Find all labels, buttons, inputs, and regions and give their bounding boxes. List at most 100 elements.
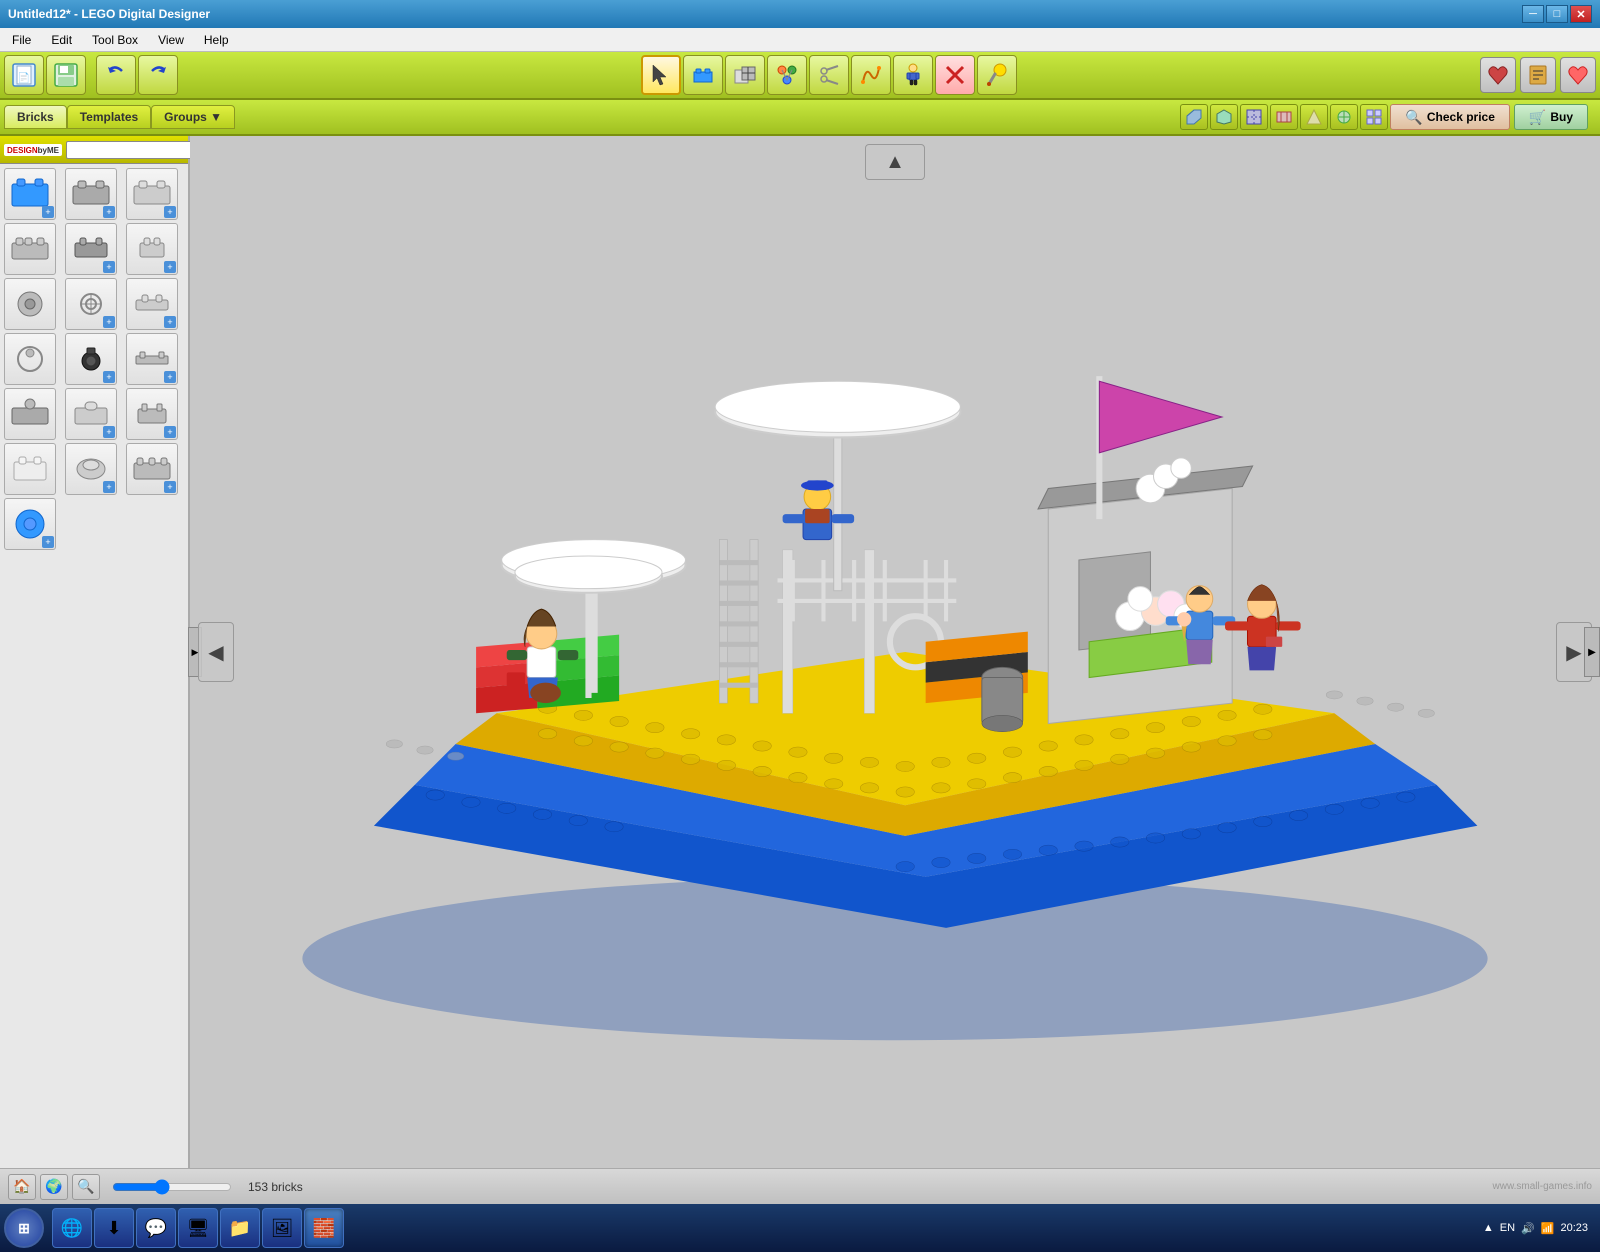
select-tool-button[interactable] (641, 55, 681, 95)
new-button[interactable]: 📄 (4, 55, 44, 95)
paint-button[interactable] (977, 55, 1017, 95)
menu-toolbox[interactable]: Tool Box (84, 31, 146, 49)
system-tray: ▲ EN 🔊 📶 20:23 (1475, 1222, 1596, 1235)
menu-file[interactable]: File (4, 31, 39, 49)
tab-groups[interactable]: Groups ▼ (151, 105, 235, 129)
brick-item[interactable]: + (4, 168, 56, 220)
plus-badge: + (103, 481, 115, 493)
tab-bricks[interactable]: Bricks (4, 105, 67, 129)
brick-item[interactable]: + (65, 278, 117, 330)
status-icons: 🏠 🌍 🔍 (8, 1174, 100, 1200)
taskbar-folder[interactable]: 📁 (220, 1208, 260, 1248)
scissors-button[interactable] (809, 55, 849, 95)
brick-item[interactable]: + (65, 168, 117, 220)
status-search-icon[interactable]: 🔍 (72, 1174, 100, 1200)
minimize-button[interactable]: ─ (1522, 5, 1544, 23)
close-button[interactable]: ✕ (1570, 5, 1592, 23)
status-web-icon[interactable]: 🌍 (40, 1174, 68, 1200)
sys-tray-volume[interactable]: 🔊 (1521, 1222, 1535, 1235)
taskbar-images[interactable]: 🖼 (262, 1208, 302, 1248)
check-price-button[interactable]: 🔍 Check price (1390, 104, 1509, 130)
right-collapse-handle[interactable]: ▶ (1584, 627, 1600, 677)
sys-tray-network[interactable]: 📶 (1541, 1222, 1555, 1235)
taskbar-lego[interactable]: 🧱 (304, 1208, 344, 1248)
status-home-icon[interactable]: 🏠 (8, 1174, 36, 1200)
action-buttons: 🔍 Check price 🛒 Buy (1390, 104, 1588, 130)
brick-item[interactable]: + (126, 168, 178, 220)
taskbar: ⊞ 🌐 ⬇ 💬 🖥 📁 🖼 🧱 ▲ EN 🔊 📶 20:23 (0, 1204, 1600, 1252)
view-btn-1[interactable] (1180, 104, 1208, 130)
check-price-icon: 🔍 (1405, 109, 1422, 126)
sys-tray-arrow[interactable]: ▲ (1483, 1222, 1494, 1234)
brick-item[interactable]: + (65, 223, 117, 275)
menu-help[interactable]: Help (196, 31, 237, 49)
menu-edit[interactable]: Edit (43, 31, 80, 49)
group-button[interactable] (767, 55, 807, 95)
buy-button[interactable]: 🛒 Buy (1514, 104, 1588, 130)
check-price-label: Check price (1427, 110, 1495, 124)
taskbar-time: 20:23 (1560, 1222, 1588, 1234)
redo-button[interactable] (138, 55, 178, 95)
groups-tab-label: Groups ▼ (164, 110, 222, 124)
brick-item[interactable]: + (65, 388, 117, 440)
view-btn-3[interactable] (1240, 104, 1268, 130)
brick-item[interactable]: + (4, 498, 56, 550)
brick-item[interactable]: + (126, 388, 178, 440)
window-title: Untitled12* - LEGO Digital Designer (8, 7, 210, 21)
taskbar-torrent[interactable]: ⬇ (94, 1208, 134, 1248)
maximize-button[interactable]: □ (1546, 5, 1568, 23)
taskbar-chrome[interactable]: 🌐 (52, 1208, 92, 1248)
brick-item[interactable]: + (65, 333, 117, 385)
bricks-grid: + + + (0, 164, 188, 1168)
minifig-button[interactable] (893, 55, 933, 95)
viewport-up-arrow[interactable]: ▲ (865, 144, 925, 180)
view-buttons (1180, 104, 1388, 130)
view-btn-6[interactable] (1330, 104, 1358, 130)
clone-button[interactable] (725, 55, 765, 95)
brick-item[interactable]: + (126, 443, 178, 495)
zoom-slider[interactable] (112, 1179, 232, 1195)
plus-badge: + (103, 371, 115, 383)
viewport[interactable]: ▲ ◀ ▶ ▶ (190, 136, 1600, 1168)
brick-item[interactable] (4, 388, 56, 440)
tab-templates[interactable]: Templates (67, 105, 151, 129)
view-btn-7[interactable] (1360, 104, 1388, 130)
status-bar: 🏠 🌍 🔍 153 bricks www.small-games.info (0, 1168, 1600, 1204)
buy-icon: 🛒 (1529, 109, 1546, 126)
favorite-button[interactable] (1560, 57, 1596, 93)
bricks-tab-label: Bricks (17, 110, 54, 124)
building-guide-button[interactable] (1520, 57, 1556, 93)
brick-item[interactable] (4, 333, 56, 385)
brick-item[interactable]: + (65, 443, 117, 495)
taskbar-explorer[interactable]: 🖥 (178, 1208, 218, 1248)
plus-badge: + (164, 206, 176, 218)
templates-tab-label: Templates (80, 110, 138, 124)
plus-badge: + (103, 316, 115, 328)
taskbar-skype[interactable]: 💬 (136, 1208, 176, 1248)
view-btn-5[interactable] (1300, 104, 1328, 130)
brick-item[interactable] (4, 443, 56, 495)
brick-count: 153 bricks (248, 1180, 303, 1194)
brick-item[interactable]: + (126, 223, 178, 275)
view-btn-4[interactable] (1270, 104, 1298, 130)
wishlist-button[interactable] (1480, 57, 1516, 93)
brick-item[interactable] (4, 278, 56, 330)
hinge-button[interactable] (851, 55, 891, 95)
brick-tool-button[interactable] (683, 55, 723, 95)
view-btn-2[interactable] (1210, 104, 1238, 130)
brick-item[interactable]: + (126, 278, 178, 330)
delete-button[interactable] (935, 55, 975, 95)
undo-button[interactable] (96, 55, 136, 95)
brick-item[interactable] (4, 223, 56, 275)
start-button[interactable]: ⊞ (4, 1208, 44, 1248)
menu-view[interactable]: View (150, 31, 192, 49)
plus-badge: + (164, 371, 176, 383)
nav-tabs: Bricks Templates Groups ▼ (4, 105, 235, 129)
panel-header: DESIGNbyME ▶ (0, 136, 188, 164)
menu-bar: File Edit Tool Box View Help (0, 28, 1600, 52)
plus-badge: + (164, 261, 176, 273)
plus-badge: + (103, 261, 115, 273)
brick-item[interactable]: + (126, 333, 178, 385)
viewport-left-arrow[interactable]: ◀ (198, 622, 234, 682)
save-button[interactable] (46, 55, 86, 95)
